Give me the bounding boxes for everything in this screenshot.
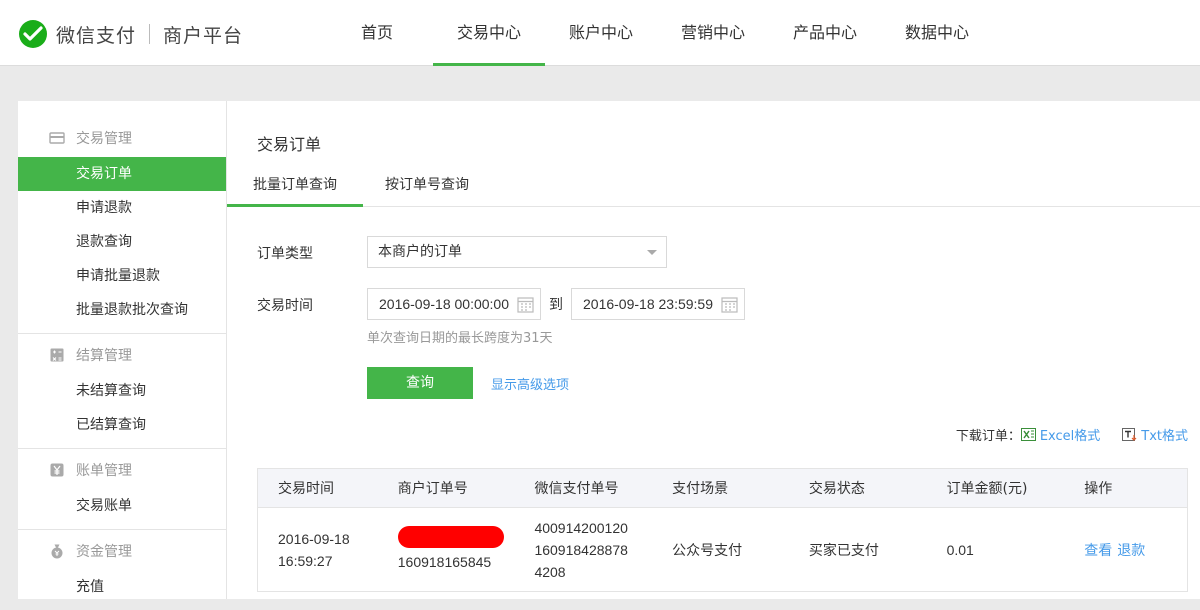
redaction-mark: [397, 526, 504, 548]
brand-name: 微信支付: [56, 24, 137, 47]
download-label: 下载订单：: [955, 429, 1021, 444]
sidebar-group-title: 交易管理: [18, 119, 226, 157]
column-header: 商户订单号: [397, 481, 468, 497]
brand-subtitle: 商户平台: [163, 24, 244, 47]
advanced-options-link[interactable]: 显示高级选项: [491, 374, 569, 393]
sidebar-item-batch-refund[interactable]: 申请批量退款: [18, 259, 226, 293]
start-time-input[interactable]: 2016-09-18 00:00:00: [367, 288, 541, 320]
sidebar: 交易管理 交易订单 申请退款 退款查询 申请批量退款 批量退款批次查询 结算管理…: [18, 101, 227, 599]
yen-icon: [50, 463, 64, 477]
brand-divider: [149, 24, 151, 44]
refund-order-link[interactable]: 退款: [1117, 540, 1145, 560]
wechat-pay-no-line: 160918428878: [534, 541, 628, 558]
download-txt-label: Txt格式: [1141, 429, 1188, 444]
card-icon: [49, 132, 65, 144]
top-header: 微信支付 商户平台 首页 交易中心 账户中心 营销中心 产品中心 数据中心: [0, 0, 1200, 66]
table-header-row: 交易时间 商户订单号 微信支付单号 支付场景 交易状态 订单金额(元) 操作: [257, 468, 1188, 508]
calendar-icon[interactable]: [517, 296, 534, 313]
sidebar-group-funds: 资金管理 充值: [18, 532, 226, 610]
nav-marketing-center[interactable]: 营销中心: [657, 0, 769, 66]
cell-transaction-time: 2016-09-18 16:59:27: [258, 508, 378, 591]
column-header: 交易状态: [808, 481, 865, 497]
money-bag-icon: [51, 544, 63, 559]
download-orders: 下载订单： Excel格式 Txt格式: [956, 425, 1188, 444]
sidebar-item-unsettled-query[interactable]: 未结算查询: [18, 374, 226, 408]
cell-operations: 查看 退款: [1064, 508, 1187, 591]
date-range-separator: 到: [549, 297, 563, 313]
transaction-time-label: 交易时间: [257, 298, 313, 314]
cell-merchant-order-no: 160918165845: [378, 508, 515, 591]
page-title: 交易订单: [257, 135, 322, 154]
sidebar-item-refund-query[interactable]: 退款查询: [18, 225, 226, 259]
nav-product-center[interactable]: 产品中心: [769, 0, 881, 66]
cell-payment-scene: 公众号支付: [672, 542, 743, 559]
sidebar-group-label: 结算管理: [76, 348, 132, 364]
wechat-pay-logo-icon: [19, 20, 47, 48]
sidebar-item-transaction-bill[interactable]: 交易账单: [18, 489, 226, 523]
order-type-label: 订单类型: [257, 246, 313, 262]
sidebar-group-title: 结算管理: [18, 336, 226, 374]
table-row: 2016-09-18 16:59:27 160918165845 4009142…: [257, 508, 1188, 592]
column-header: 交易时间: [278, 481, 334, 497]
order-type-value: 本商户的订单: [378, 244, 462, 260]
sidebar-group-title: 账单管理: [18, 451, 226, 489]
tab-order-number-query[interactable]: 按订单号查询: [363, 169, 491, 207]
query-button[interactable]: 查询: [367, 367, 473, 399]
column-header: 操作: [1084, 481, 1113, 497]
column-header: 支付场景: [672, 481, 729, 497]
order-type-select[interactable]: 本商户的订单: [367, 236, 667, 268]
end-time-input[interactable]: 2016-09-18 23:59:59: [571, 288, 745, 320]
sidebar-group-billing: 账单管理 交易账单: [18, 451, 226, 530]
sidebar-item-transaction-orders[interactable]: 交易订单: [18, 157, 226, 191]
orders-table: 交易时间 商户订单号 微信支付单号 支付场景 交易状态 订单金额(元) 操作 2…: [257, 468, 1188, 592]
cell-order-amount: 0.01: [946, 541, 974, 558]
calculator-icon: [50, 348, 64, 362]
sidebar-group-label: 资金管理: [76, 544, 132, 560]
brand[interactable]: 微信支付 商户平台: [18, 19, 243, 49]
excel-icon: [1020, 428, 1036, 441]
sidebar-group-label: 交易管理: [76, 131, 132, 147]
sidebar-item-settled-query[interactable]: 已结算查询: [18, 408, 226, 442]
tab-batch-order-query[interactable]: 批量订单查询: [227, 169, 363, 207]
top-nav: 首页 交易中心 账户中心 营销中心 产品中心 数据中心: [321, 0, 993, 66]
download-excel-label: Excel格式: [1039, 429, 1101, 444]
transaction-date: 2016-09-18: [278, 530, 350, 547]
sidebar-group-settlement: 结算管理 未结算查询 已结算查询: [18, 336, 226, 449]
nav-account-center[interactable]: 账户中心: [545, 0, 657, 66]
download-txt-link[interactable]: Txt格式: [1122, 425, 1188, 444]
main-panel: 交易订单 批量订单查询 按订单号查询 订单类型 本商户的订单 交易时间 2016…: [227, 101, 1200, 599]
wechat-pay-no-line: 400914200120: [534, 519, 628, 536]
sidebar-item-batch-refund-query[interactable]: 批量退款批次查询: [18, 293, 226, 327]
view-order-link[interactable]: 查看: [1084, 540, 1112, 560]
start-time-value: 2016-09-18 00:00:00: [379, 296, 509, 312]
end-time-value: 2016-09-18 23:59:59: [583, 296, 713, 312]
cell-transaction-status: 买家已支付: [808, 542, 879, 559]
nav-home[interactable]: 首页: [321, 0, 433, 66]
sidebar-group-title: 资金管理: [18, 532, 226, 570]
nav-data-center[interactable]: 数据中心: [881, 0, 993, 66]
download-excel-link[interactable]: Excel格式: [1020, 425, 1101, 444]
sidebar-item-apply-refund[interactable]: 申请退款: [18, 191, 226, 225]
date-span-hint: 单次查询日期的最长跨度为31天: [367, 331, 553, 346]
column-header: 微信支付单号: [534, 481, 619, 497]
calendar-icon[interactable]: [721, 296, 738, 313]
chevron-down-icon: [647, 250, 657, 255]
wechat-pay-no-line: 4208: [534, 563, 566, 580]
merchant-order-no: 160918165845: [397, 554, 492, 570]
sidebar-group-transaction: 交易管理 交易订单 申请退款 退款查询 申请批量退款 批量退款批次查询: [18, 119, 226, 334]
column-header: 订单金额(元): [946, 481, 1028, 497]
nav-transaction-center[interactable]: 交易中心: [433, 0, 545, 66]
sidebar-group-label: 账单管理: [76, 463, 132, 479]
tab-bar: 批量订单查询 按订单号查询: [227, 169, 1200, 207]
cell-wechat-pay-no: 400914200120 160918428878 4208: [514, 508, 652, 591]
transaction-clock: 16:59:27: [278, 552, 333, 569]
txt-file-icon: [1122, 428, 1137, 441]
